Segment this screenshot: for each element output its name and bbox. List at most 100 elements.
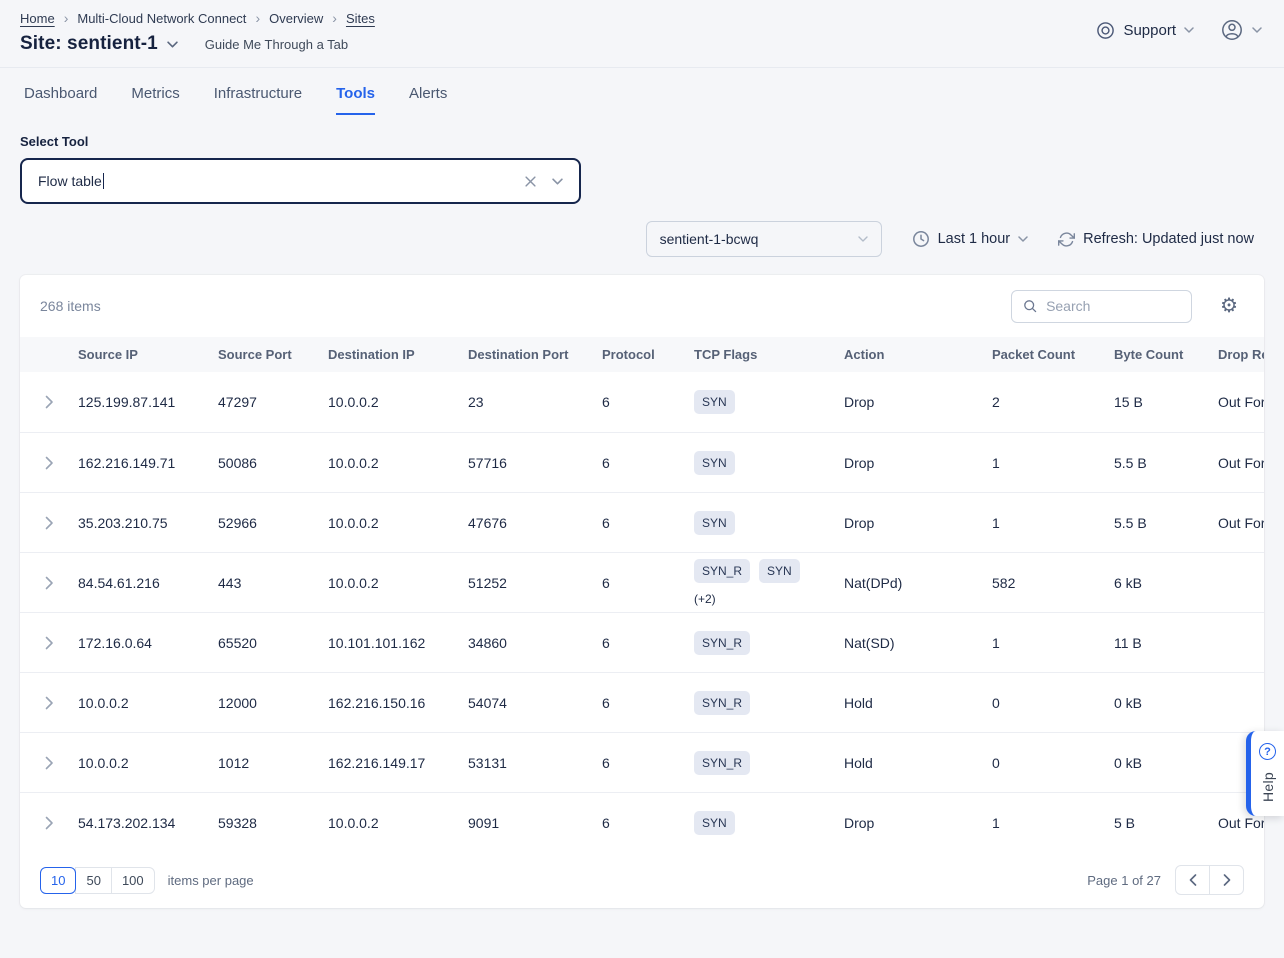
cell-packet-count: 1 bbox=[992, 455, 1114, 471]
cell-packet-count: 1 bbox=[992, 515, 1114, 531]
table-row: 84.54.61.21644310.0.0.2512526SYN_RSYN(+2… bbox=[20, 552, 1264, 612]
column-header-protocol: Protocol bbox=[602, 347, 694, 362]
cell-drop-reason: Out For bbox=[1218, 815, 1264, 831]
cell-action: Hold bbox=[844, 695, 992, 711]
gear-icon[interactable]: ⚙ bbox=[1220, 296, 1238, 316]
node-select-value: sentient-1-bcwq bbox=[660, 231, 759, 247]
cell-protocol: 6 bbox=[602, 815, 694, 831]
page-size-10[interactable]: 10 bbox=[40, 867, 76, 894]
breadcrumb-separator-icon: › bbox=[332, 10, 337, 26]
help-widget[interactable]: ? Help bbox=[1246, 731, 1284, 816]
row-expand-icon[interactable] bbox=[41, 632, 58, 654]
table-row: 125.199.87.1414729710.0.0.2236SYNDrop215… bbox=[20, 372, 1264, 432]
cell-packet-count: 582 bbox=[992, 575, 1114, 591]
cell-action: Drop bbox=[844, 455, 992, 471]
tcp-flag-badge: SYN bbox=[694, 811, 735, 835]
support-icon bbox=[1096, 21, 1115, 40]
table-row: 54.173.202.1345932810.0.0.290916SYNDrop1… bbox=[20, 792, 1264, 852]
cell-destination-port: 34860 bbox=[468, 635, 602, 651]
row-expand-icon[interactable] bbox=[41, 452, 58, 474]
tool-selector-section: Select Tool Flow table bbox=[20, 134, 1264, 204]
breadcrumb-item[interactable]: Home bbox=[20, 11, 55, 26]
node-select-dropdown[interactable]: sentient-1-bcwq bbox=[646, 221, 882, 257]
tcp-flag-badge: SYN bbox=[694, 451, 735, 475]
account-chevron-down-icon bbox=[1252, 27, 1262, 33]
expand-cell bbox=[20, 812, 78, 834]
tab-infrastructure[interactable]: Infrastructure bbox=[214, 68, 302, 115]
cell-source-ip: 162.216.149.71 bbox=[78, 455, 218, 471]
tab-metrics[interactable]: Metrics bbox=[131, 68, 179, 115]
cell-tcp-flags: SYN_R bbox=[694, 631, 844, 655]
cell-source-ip: 10.0.0.2 bbox=[78, 695, 218, 711]
cell-action: Drop bbox=[844, 815, 992, 831]
cell-destination-ip: 162.216.149.17 bbox=[328, 755, 468, 771]
row-expand-icon[interactable] bbox=[41, 812, 58, 834]
row-expand-icon[interactable] bbox=[41, 752, 58, 774]
breadcrumb-item[interactable]: Overview bbox=[269, 11, 323, 26]
items-count: 268 items bbox=[40, 298, 101, 314]
search-box[interactable] bbox=[1011, 290, 1192, 323]
node-chevron-down-icon bbox=[858, 236, 868, 242]
guide-me-link[interactable]: Guide Me Through a Tab bbox=[205, 37, 348, 52]
tool-chevron-down-icon[interactable] bbox=[552, 178, 563, 185]
column-header-destination-ip: Destination IP bbox=[328, 347, 468, 362]
breadcrumb-item[interactable]: Multi-Cloud Network Connect bbox=[77, 11, 246, 26]
breadcrumb-item[interactable]: Sites bbox=[346, 11, 375, 26]
cell-action: Nat(DPd) bbox=[844, 575, 992, 591]
search-input[interactable] bbox=[1046, 298, 1181, 314]
refresh-button[interactable]: Refresh: Updated just now bbox=[1058, 231, 1254, 248]
cell-protocol: 6 bbox=[602, 575, 694, 591]
page-size-50[interactable]: 50 bbox=[75, 867, 111, 894]
clear-icon[interactable] bbox=[521, 172, 540, 191]
site-chevron-down-icon[interactable] bbox=[167, 41, 178, 48]
cell-source-ip: 84.54.61.216 bbox=[78, 575, 218, 591]
table-row: 10.0.0.212000162.216.150.16540746SYN_RHo… bbox=[20, 672, 1264, 732]
user-avatar-icon bbox=[1220, 18, 1244, 42]
row-expand-icon[interactable] bbox=[41, 692, 58, 714]
cell-destination-ip: 10.0.0.2 bbox=[328, 575, 468, 591]
cell-destination-ip: 162.216.150.16 bbox=[328, 695, 468, 711]
breadcrumb-separator-icon: › bbox=[255, 10, 260, 26]
next-page-button[interactable] bbox=[1209, 865, 1244, 895]
tcp-flag-badges: SYN_R bbox=[694, 691, 832, 715]
column-header-packet-count: Packet Count bbox=[992, 347, 1114, 362]
tab-tools[interactable]: Tools bbox=[336, 68, 375, 115]
cell-destination-ip: 10.0.0.2 bbox=[328, 394, 468, 410]
time-range-value: Last 1 hour bbox=[938, 231, 1011, 247]
cell-destination-ip: 10.101.101.162 bbox=[328, 635, 468, 651]
cell-source-ip: 125.199.87.141 bbox=[78, 394, 218, 410]
cell-byte-count: 11 B bbox=[1114, 635, 1218, 651]
page-header: Home › Multi-Cloud Network Connect › Overvie… bbox=[0, 0, 1284, 68]
tool-select-input[interactable]: Flow table bbox=[20, 158, 581, 204]
support-menu[interactable]: Support bbox=[1096, 21, 1194, 40]
row-expand-icon[interactable] bbox=[41, 572, 58, 594]
cell-destination-ip: 10.0.0.2 bbox=[328, 815, 468, 831]
cell-byte-count: 6 kB bbox=[1114, 575, 1218, 591]
support-chevron-down-icon bbox=[1184, 27, 1194, 33]
time-range-dropdown[interactable]: Last 1 hour bbox=[912, 230, 1029, 248]
cell-protocol: 6 bbox=[602, 635, 694, 651]
tcp-flag-badge: SYN bbox=[694, 511, 735, 535]
tcp-flags-more: (+2) bbox=[694, 592, 832, 606]
cell-drop-reason: Out For bbox=[1218, 455, 1264, 471]
row-expand-icon[interactable] bbox=[41, 391, 58, 413]
cell-source-port: 65520 bbox=[218, 635, 328, 651]
tab-alerts[interactable]: Alerts bbox=[409, 68, 447, 115]
tcp-flag-badges: SYN bbox=[694, 811, 832, 835]
previous-page-button[interactable] bbox=[1175, 865, 1210, 895]
tool-select-value: Flow table bbox=[38, 173, 102, 189]
tab-dashboard[interactable]: Dashboard bbox=[24, 68, 97, 115]
cell-action: Drop bbox=[844, 515, 992, 531]
page-size-group: 1050100 bbox=[40, 867, 155, 894]
row-expand-icon[interactable] bbox=[41, 512, 58, 534]
tcp-flag-badge: SYN bbox=[694, 390, 735, 414]
expand-cell bbox=[20, 752, 78, 774]
tab-bar: Dashboard Metrics Infrastructure Tools Alert… bbox=[0, 68, 1284, 115]
expand-cell bbox=[20, 632, 78, 654]
cell-source-ip: 172.16.0.64 bbox=[78, 635, 218, 651]
page-size-100[interactable]: 100 bbox=[111, 867, 155, 894]
account-menu[interactable] bbox=[1220, 18, 1262, 42]
expand-cell bbox=[20, 391, 78, 413]
column-header-byte-count: Byte Count bbox=[1114, 347, 1218, 362]
tcp-flag-badge: SYN bbox=[759, 559, 800, 583]
